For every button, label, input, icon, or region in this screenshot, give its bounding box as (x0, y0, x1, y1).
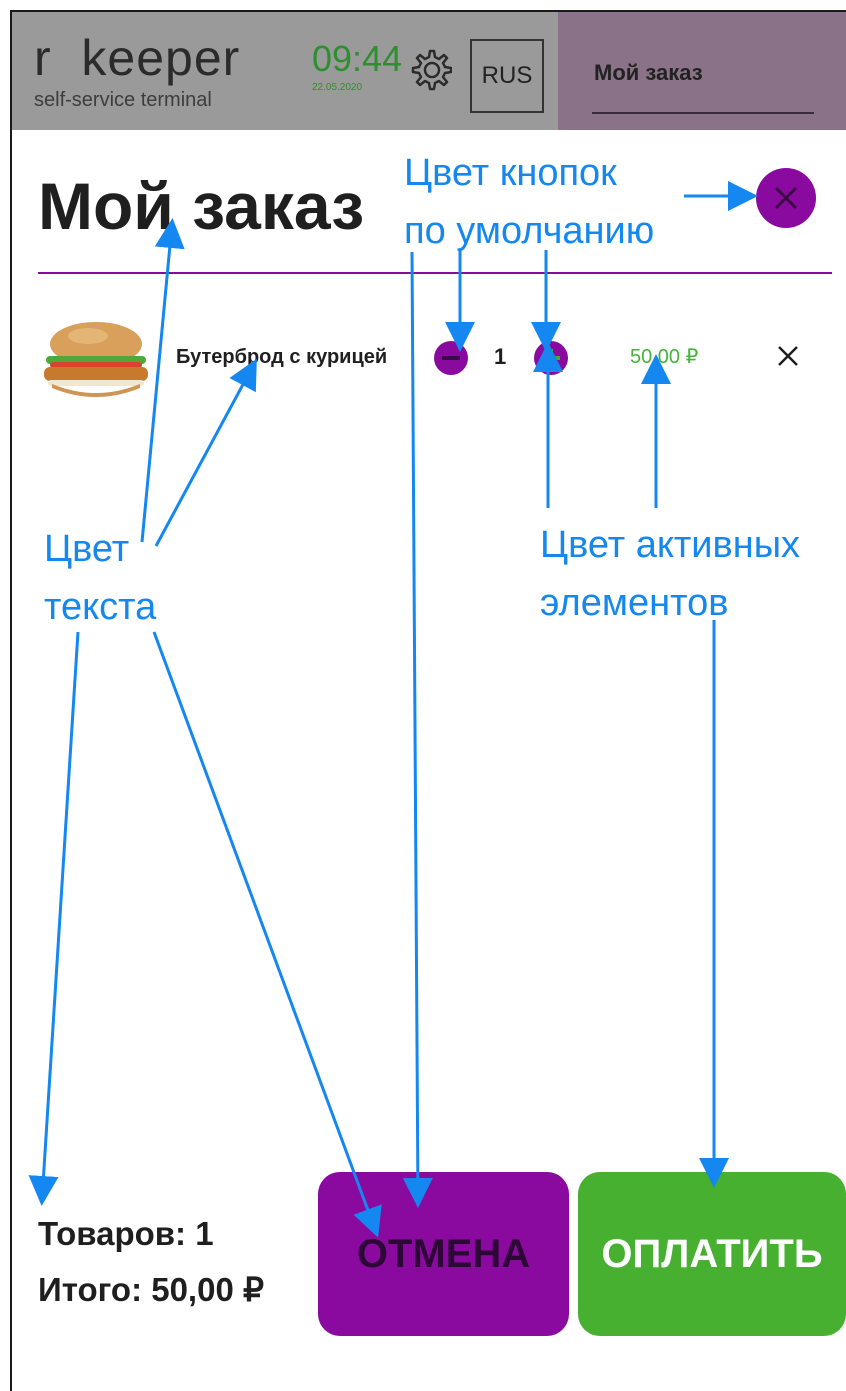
annotation-arrows (28, 181, 758, 1238)
